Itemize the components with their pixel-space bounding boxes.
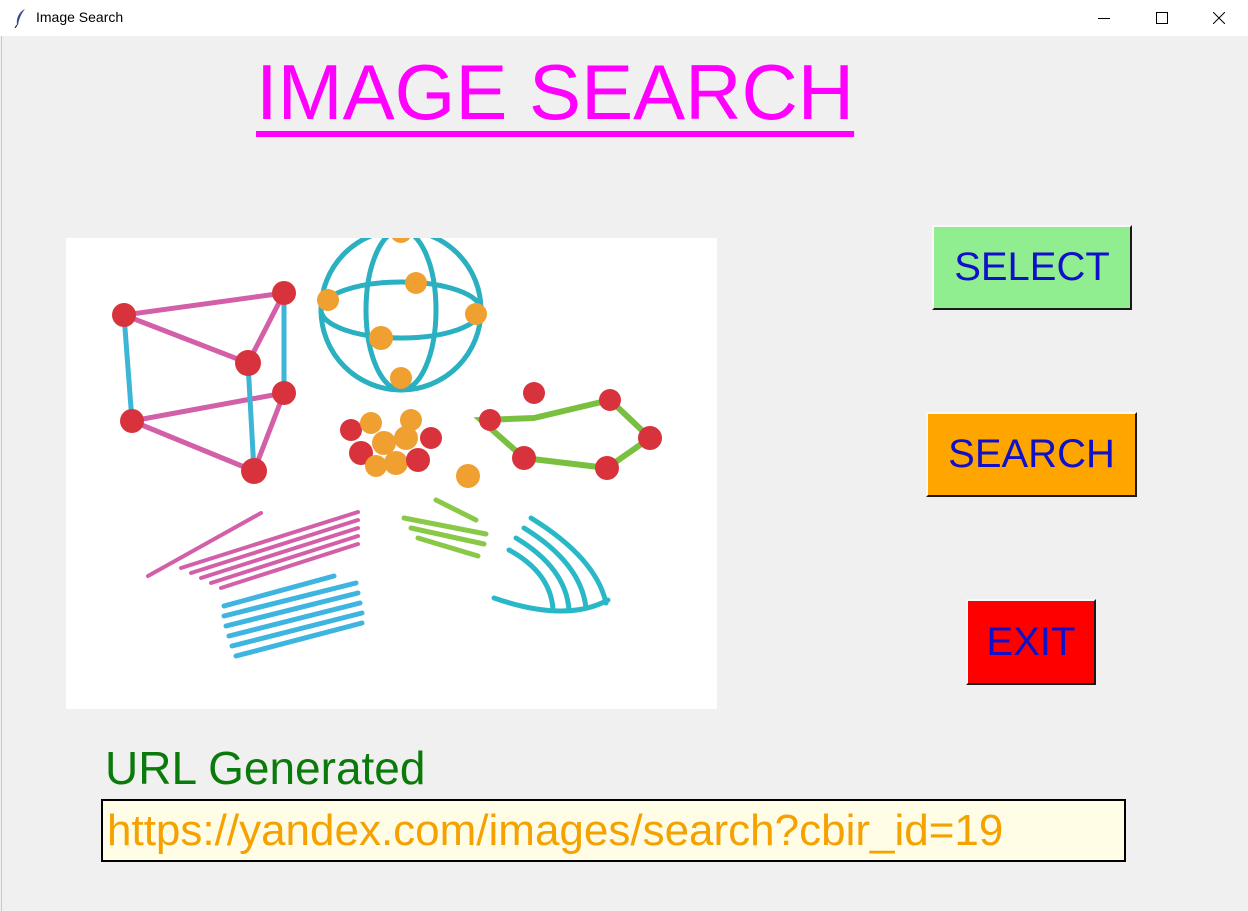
url-label: URL Generated — [105, 742, 426, 794]
feather-icon — [14, 9, 25, 28]
preview-photo — [112, 238, 662, 659]
title-bar: Image Search — [0, 0, 1248, 36]
exit-button[interactable]: EXIT — [966, 599, 1096, 685]
select-button[interactable]: SELECT — [932, 225, 1132, 310]
window-title: Image Search — [36, 9, 124, 25]
image-preview — [66, 238, 717, 709]
maximize-icon — [1156, 12, 1168, 24]
url-field[interactable] — [101, 799, 1126, 862]
page-title: IMAGE SEARCH — [256, 48, 855, 136]
close-button[interactable] — [1190, 0, 1248, 36]
minimize-button[interactable] — [1075, 0, 1133, 36]
url-input[interactable] — [107, 801, 1120, 860]
minimize-icon — [1098, 18, 1110, 19]
search-button[interactable]: SEARCH — [926, 412, 1137, 497]
close-icon — [1213, 12, 1225, 24]
maximize-button[interactable] — [1133, 0, 1191, 36]
